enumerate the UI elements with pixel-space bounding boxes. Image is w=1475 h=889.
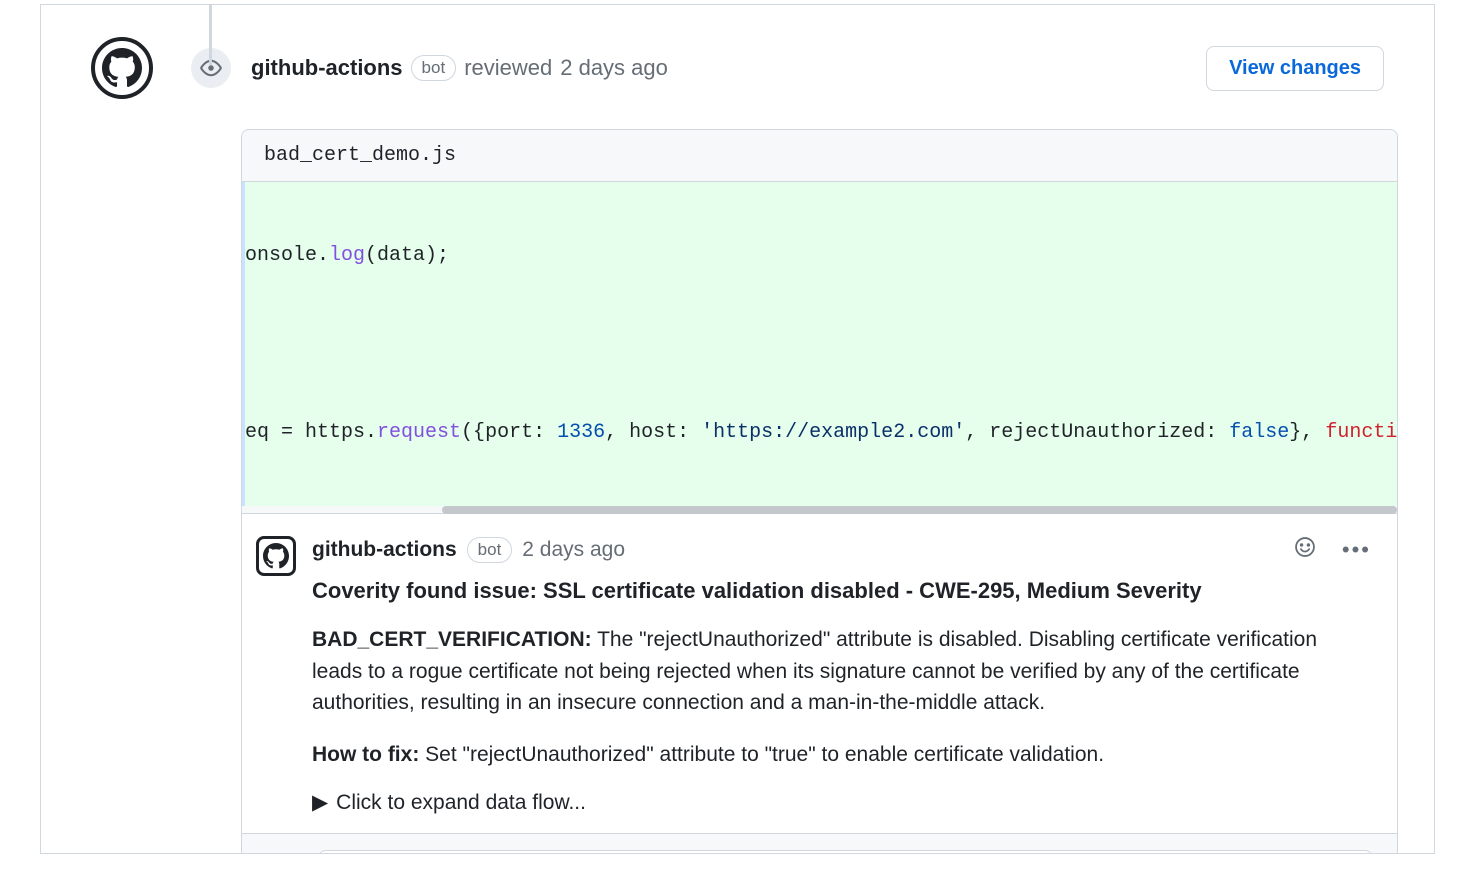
diff-line: eq = https.request({port: 1336, host: 'h… [245, 415, 1397, 450]
triangle-right-icon: ▶ [312, 790, 328, 815]
horizontal-scrollbar[interactable] [242, 506, 1397, 514]
diff-blank-line [245, 319, 1397, 369]
issue-description: BAD_CERT_VERIFICATION: The "rejectUnauth… [312, 624, 1371, 719]
diff-code-block: onsole.log(data); eq = https.request({po… [242, 182, 1397, 506]
reviewer-name[interactable]: github-actions [251, 55, 403, 81]
issue-title: Coverity found issue: SSL certificate va… [312, 578, 1371, 604]
scrollbar-thumb[interactable] [442, 506, 1397, 514]
reviewer-avatar[interactable] [91, 37, 153, 99]
review-action-text: reviewed [464, 55, 552, 81]
bot-badge: bot [411, 55, 457, 81]
code-review-card: bad_cert_demo.js onsole.log(data); eq = … [241, 129, 1398, 854]
fix-suggestion: How to fix: Set "rejectUnauthorized" att… [312, 739, 1371, 771]
comment-menu-button[interactable]: ••• [1342, 537, 1371, 563]
bot-badge: bot [467, 537, 513, 563]
reaction-button[interactable] [1294, 536, 1316, 564]
github-icon [263, 543, 289, 569]
review-comment: github-actions bot 2 days ago ••• Coveri… [242, 514, 1397, 834]
view-changes-button[interactable]: View changes [1206, 46, 1384, 91]
diff-line: onsole.log(data); [245, 238, 1397, 273]
review-header: github-actions bot reviewed 2 days ago V… [41, 5, 1434, 109]
expand-dataflow-toggle[interactable]: ▶ Click to expand data flow... [312, 790, 1371, 815]
reply-input[interactable] [318, 850, 1373, 854]
review-timestamp[interactable]: 2 days ago [560, 55, 668, 81]
expand-label: Click to expand data flow... [336, 791, 586, 815]
timeline-connector [209, 5, 212, 65]
comment-timestamp[interactable]: 2 days ago [522, 538, 625, 562]
commenter-name[interactable]: github-actions [312, 538, 457, 562]
commenter-avatar[interactable] [256, 536, 296, 576]
file-name-header[interactable]: bad_cert_demo.js [242, 130, 1397, 182]
github-icon [102, 48, 142, 88]
smiley-icon [1294, 536, 1316, 558]
reply-row [242, 834, 1397, 854]
